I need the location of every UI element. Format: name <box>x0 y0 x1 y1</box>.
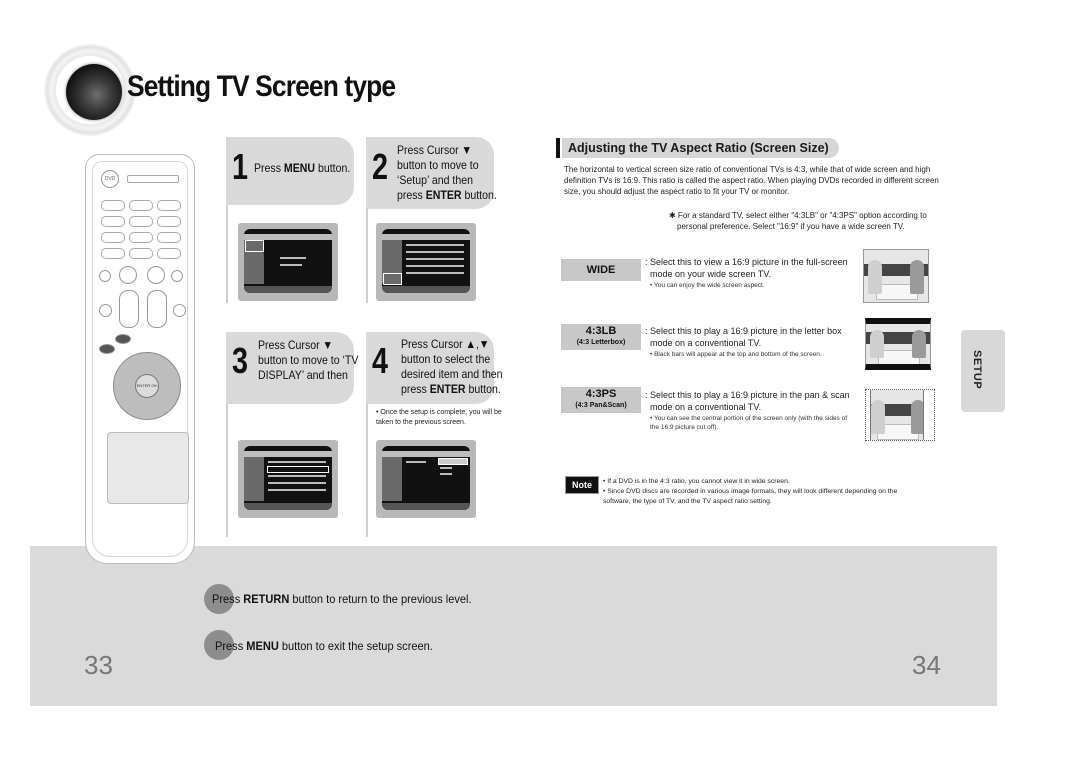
step-2-number: 2 <box>372 146 389 187</box>
mode-panscan-desc-1: : Select this to play a 16:9 picture in … <box>645 390 850 400</box>
step-4-note: • Once the setup is complete, you will b… <box>376 409 502 426</box>
tip-return-key: RETURN <box>243 592 290 606</box>
remote-button <box>157 232 181 243</box>
section-title: Adjusting the TV Aspect Ratio (Screen Si… <box>562 138 839 158</box>
remote-display-window <box>127 175 179 183</box>
remote-button <box>115 334 131 344</box>
remote-button <box>99 304 112 317</box>
remote-button <box>129 216 153 227</box>
setup-tab-label: SETUP <box>971 350 983 390</box>
volume-rocker-icon <box>147 290 167 328</box>
page-number-left: 33 <box>84 650 113 680</box>
enter-button: ENTER OK <box>135 374 159 398</box>
mode-badge-panscan: 4:3PS (4:3 Pan&Scan) <box>561 387 641 413</box>
tip-menu: Press MENU button to exit the setup scre… <box>215 639 433 653</box>
remote-button <box>157 200 181 211</box>
page-number-right: 34 <box>912 650 941 680</box>
mode-letterbox-bullet: • Black bars will appear at the top and … <box>650 351 822 358</box>
star-note-line-1: ✱ For a standard TV, select either "4:3L… <box>669 211 927 220</box>
remote-button <box>173 304 186 317</box>
mode-letterbox-desc-2: mode on a conventional TV. <box>650 338 762 348</box>
step-4-text: Press Cursor ▲,▼ button to select the desi… <box>401 337 503 396</box>
remote-button <box>101 248 125 259</box>
tuning-rocker-icon <box>119 290 139 328</box>
step-4-number: 4 <box>372 340 389 381</box>
remote-logo: DVD <box>101 170 119 188</box>
wide-picture-illustration <box>863 249 929 303</box>
intro-paragraph: The horizontal to vertical screen size r… <box>564 165 939 196</box>
stop-icon <box>119 266 137 284</box>
tip-menu-post: button to exit the setup screen. <box>278 639 433 653</box>
remote-button <box>101 216 125 227</box>
mode-wide-bullet: • You can enjoy the wide screen aspect. <box>650 282 765 289</box>
step-1-text: Press MENU button. <box>254 161 351 175</box>
bottom-band <box>30 546 997 706</box>
step-3-number: 3 <box>232 340 249 381</box>
mode-panscan-sub: (4:3 Pan&Scan) <box>575 402 627 409</box>
speaker-icon <box>66 64 122 120</box>
note-line-2: • Since DVD discs are recorded in variou… <box>603 488 898 505</box>
tip-menu-key: MENU <box>246 639 279 653</box>
remote-button <box>157 216 181 227</box>
remote-button <box>99 344 115 354</box>
tv-screen-setup-menu <box>376 223 476 301</box>
step-1-number: 1 <box>232 146 249 187</box>
step-2-text: Press Cursor ▼ button to move to ‘Setup’ a… <box>397 143 497 202</box>
mode-letterbox-sub: (4:3 Letterbox) <box>576 339 626 346</box>
section-title-bar <box>556 138 560 158</box>
mode-panscan-desc-2: mode on a conventional TV. <box>650 402 762 412</box>
mode-badge-wide: WIDE <box>561 259 641 281</box>
play-pause-icon <box>147 266 165 284</box>
mode-panscan-bullet: • You can see the central portion of the… <box>650 415 848 431</box>
remote-keypad <box>107 432 189 504</box>
page-title: Setting TV Screen type <box>127 70 396 103</box>
mode-letterbox-label: 4:3LB <box>585 325 617 337</box>
star-note-line-2: personal preference. Select "16:9" if yo… <box>677 222 905 231</box>
note-badge: Note <box>565 476 599 494</box>
tv-screen-disc-menu <box>238 223 338 301</box>
skip-forward-icon <box>171 270 183 282</box>
tip-return: Press RETURN button to return to the pre… <box>212 592 472 606</box>
remote-control-illustration: DVD ENTER OK <box>85 154 195 564</box>
tip-return-pre: Press <box>212 592 244 606</box>
remote-inner-frame: DVD ENTER OK <box>92 161 189 557</box>
remote-button <box>129 248 153 259</box>
remote-button <box>129 232 153 243</box>
remote-button <box>157 248 181 259</box>
tip-return-post: button to return to the previous level. <box>289 592 472 606</box>
panscan-picture-illustration <box>865 389 935 441</box>
mode-wide-desc-1: : Select this to view a 16:9 picture in … <box>645 257 848 267</box>
remote-button <box>101 200 125 211</box>
setup-side-tab: SETUP <box>961 330 1005 412</box>
note-line-1: • If a DVD is in the 4:3 ratio, you cann… <box>603 478 790 485</box>
mode-panscan-label: 4:3PS <box>585 388 617 400</box>
letterbox-picture-illustration <box>865 318 931 370</box>
tv-screen-tv-display <box>238 440 338 518</box>
skip-back-icon <box>99 270 111 282</box>
mode-letterbox-desc-1: : Select this to play a 16:9 picture in … <box>645 326 842 336</box>
step-3-text: Press Cursor ▼ button to move to ‘TV DISPL… <box>258 338 359 382</box>
mode-wide-desc-2: mode on your wide screen TV. <box>650 269 772 279</box>
tip-menu-pre: Press <box>215 639 247 653</box>
remote-button <box>129 200 153 211</box>
remote-button <box>101 232 125 243</box>
mode-badge-letterbox: 4:3LB (4:3 Letterbox) <box>561 324 641 350</box>
tv-screen-display-options <box>376 440 476 518</box>
